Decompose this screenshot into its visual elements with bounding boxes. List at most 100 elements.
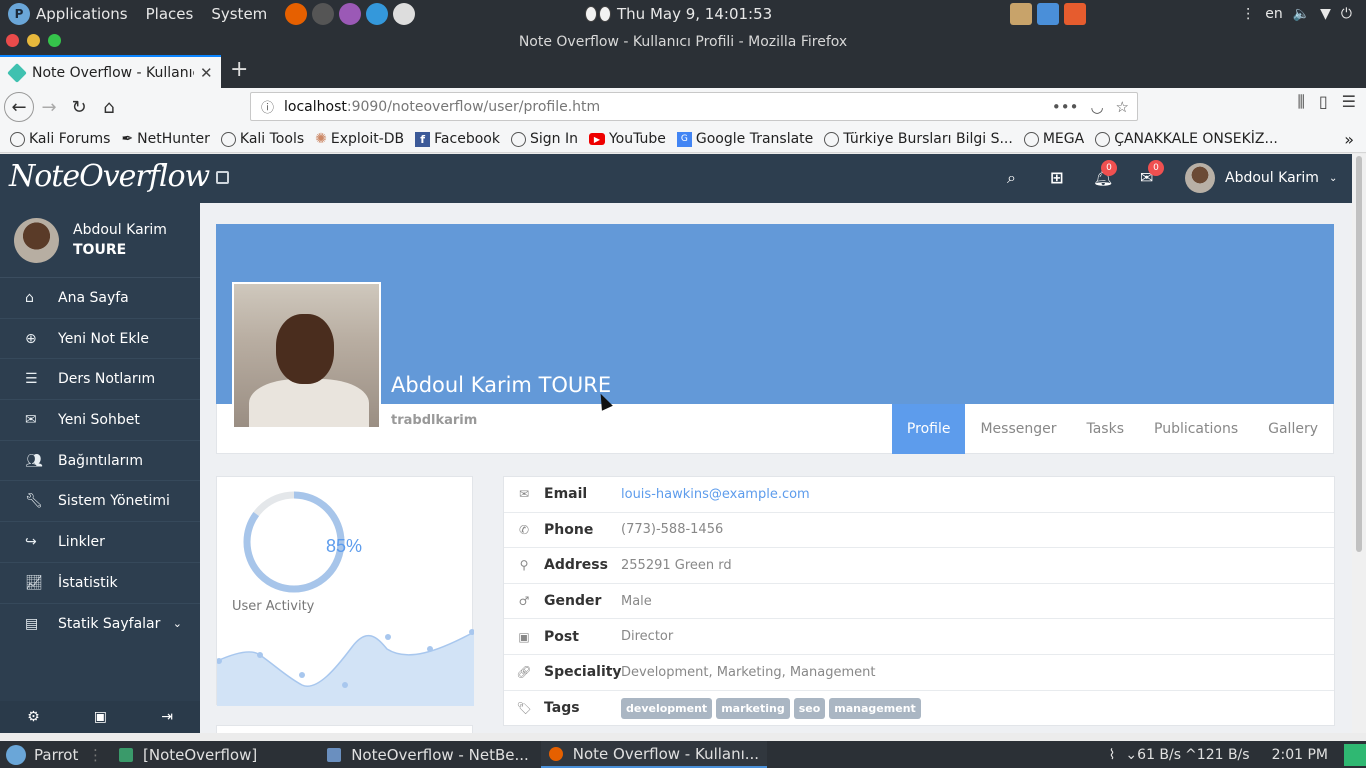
browser-tab-active[interactable]: Note Overflow - Kullanıcı Profili ✕	[0, 55, 221, 88]
sidebar-item-yeni-not-ekle[interactable]: ⊕ Yeni Not Ekle	[0, 319, 200, 360]
bookmark-item[interactable]: f Facebook	[415, 131, 500, 147]
bookmark-item[interactable]: MEGA	[1023, 131, 1084, 147]
site-info-icon[interactable]: ⓘ	[261, 97, 274, 116]
bookmark-item[interactable]: Kali Tools	[220, 131, 305, 147]
sidebar-item-bagintilarim[interactable]: 👥︎ Bağıntılarım	[0, 441, 200, 482]
net-down-speed: 61 B/s	[1137, 746, 1182, 763]
bell-icon[interactable]: 🔔︎ 0	[1093, 160, 1117, 187]
maximize-window-button[interactable]	[48, 34, 61, 47]
sidebar-item-ana-sayfa[interactable]: ⌂ Ana Sayfa	[0, 278, 200, 319]
taskbar-clock[interactable]: 2:01 PM	[1272, 747, 1328, 763]
activity-point	[385, 634, 391, 640]
url-bar[interactable]: ⓘ localhost:9090/noteoverflow/user/profi…	[250, 92, 1138, 121]
tag-badge[interactable]: management	[829, 697, 921, 719]
bookmark-item[interactable]: Sign In	[510, 131, 578, 147]
sidebar-item-sistem-yonetimi[interactable]: 🔧︎ Sistem Yönetimi	[0, 481, 200, 523]
settings-launcher-icon[interactable]	[366, 3, 389, 25]
bookmark-star-icon[interactable]: ☆	[1116, 98, 1129, 116]
window-titlebar: Note Overflow - Kullanıcı Profili - Mozi…	[0, 28, 1366, 55]
sidebar-toggle-icon[interactable]: ▯	[1319, 92, 1328, 112]
forward-icon[interactable]: →	[34, 92, 64, 122]
sidebar-item-label: Sistem Yönetimi	[58, 493, 170, 510]
sidebar-item-linkler[interactable]: ↪ Linkler	[0, 522, 200, 563]
os-menu-system[interactable]: System	[211, 5, 267, 23]
bookmark-item[interactable]: Türkiye Bursları Bilgi S...	[824, 131, 1013, 147]
files-tray-icon[interactable]	[1010, 3, 1032, 25]
tab-messenger[interactable]: Messenger	[965, 404, 1071, 454]
youtube-icon: ▶	[588, 133, 605, 145]
page-actions-icon[interactable]: •••	[1052, 98, 1079, 116]
editor-launcher-icon[interactable]	[339, 3, 362, 25]
globe-icon	[1023, 131, 1039, 147]
home-icon[interactable]: ⌂	[94, 92, 124, 122]
brand-logo[interactable]: NoteOverflow	[9, 159, 210, 194]
more-vertical-icon[interactable]: ⋮	[1241, 6, 1255, 22]
page-scrollbar[interactable]	[1352, 154, 1366, 733]
sidebar-toggle-icon[interactable]	[216, 171, 229, 184]
os-clock[interactable]: Thu May 9, 14:01:53	[585, 0, 772, 28]
header-user-menu[interactable]: Abdoul Karim ⌄	[1185, 163, 1337, 193]
taskbar-window[interactable]: NoteOverflow - NetBe...	[319, 741, 537, 768]
new-tab-icon[interactable]: +	[230, 57, 248, 82]
email-link[interactable]: louis-hawkins@example.com	[621, 487, 810, 502]
tab-profile[interactable]: Profile	[891, 404, 966, 454]
taskbar-window[interactable]: [NoteOverflow]	[111, 741, 265, 768]
tab-tasks[interactable]: Tasks	[1071, 404, 1139, 454]
screenshot-launcher-icon[interactable]	[393, 3, 416, 25]
package-tray-icon[interactable]	[1037, 3, 1059, 25]
wifi-icon[interactable]: ▼	[1320, 6, 1331, 22]
terminal-launcher-icon[interactable]	[312, 3, 335, 25]
bookmark-item[interactable]: G Google Translate	[676, 131, 813, 147]
sidebar-item-istatistik[interactable]: 📈︎ İstatistik	[0, 563, 200, 604]
activity-charts: 85%	[217, 491, 474, 706]
sidebar-item-yeni-sohbet[interactable]: ✉ Yeni Sohbet	[0, 400, 200, 441]
sidebar-item-statik-sayfalar[interactable]: ▤ Statik Sayfalar ⌄	[0, 604, 200, 645]
sign-out-icon[interactable]: ⇥	[161, 709, 173, 725]
parrot-logo-icon[interactable]: P	[8, 3, 30, 25]
tab-publications[interactable]: Publications	[1139, 404, 1253, 454]
bookmark-item[interactable]: ✒ NetHunter	[121, 131, 209, 147]
power-icon[interactable]: ⏻	[1341, 6, 1352, 22]
back-icon[interactable]: ←	[4, 92, 34, 122]
os-menu-places[interactable]: Places	[146, 5, 194, 23]
close-window-button[interactable]	[6, 34, 19, 47]
bookmark-item[interactable]: ▶ YouTube	[588, 131, 666, 147]
minimize-window-button[interactable]	[27, 34, 40, 47]
workspace-switcher[interactable]	[1344, 743, 1366, 766]
bookmark-item[interactable]: Kali Forums	[10, 131, 110, 147]
pocket-icon[interactable]: ◡	[1090, 98, 1103, 116]
close-tab-icon[interactable]: ✕	[200, 64, 213, 82]
tag-badge[interactable]: marketing	[716, 697, 790, 719]
envelope-icon[interactable]: ✉ 0	[1140, 160, 1164, 187]
add-icon[interactable]: ⊞	[1050, 168, 1063, 187]
reload-icon[interactable]: ↻	[64, 92, 94, 122]
scrollbar-thumb[interactable]	[1356, 156, 1362, 552]
taskbar-window-label: [NoteOverflow]	[143, 745, 258, 764]
exploit-db-icon: ✺	[315, 131, 327, 147]
hamburger-menu-icon[interactable]: ☰	[1342, 92, 1356, 112]
keyboard-layout[interactable]: en	[1265, 6, 1283, 22]
id-card-icon[interactable]: ▣	[94, 709, 107, 725]
os-menu-applications[interactable]: Applications	[36, 5, 128, 23]
volume-icon[interactable]: 🔈	[1293, 6, 1310, 22]
bookmark-item[interactable]: ÇANAKKALE ONSEKİZ...	[1095, 131, 1278, 147]
gears-icon[interactable]: ⚙	[27, 709, 40, 725]
bookmark-item[interactable]: ✺ Exploit-DB	[315, 131, 404, 147]
tab-gallery[interactable]: Gallery	[1253, 404, 1333, 454]
tag-badge[interactable]: seo	[793, 697, 826, 719]
library-icon[interactable]: ⫼	[1297, 92, 1304, 112]
taskbar-window-active[interactable]: Note Overflow - Kullanı...	[540, 741, 768, 768]
bookmarks-overflow-icon[interactable]: »	[1344, 130, 1354, 149]
taskbar-start[interactable]: Parrot	[6, 744, 88, 765]
tag-list: development marketing seo management	[621, 697, 925, 719]
os-tray-apps	[1010, 3, 1086, 25]
sidebar-item-label: İstatistik	[58, 574, 118, 591]
bookmark-label: Kali Tools	[239, 131, 305, 147]
search-icon[interactable]: ⌕	[1007, 168, 1016, 188]
firefox-tray-icon[interactable]	[1064, 3, 1086, 25]
sidebar-item-ders-notlarim[interactable]: ☰ Ders Notlarım	[0, 359, 200, 401]
firefox-launcher-icon[interactable]	[285, 3, 308, 25]
phone-icon: ✆	[518, 522, 530, 537]
tag-badge[interactable]: development	[621, 697, 713, 719]
profile-photo[interactable]	[232, 282, 381, 429]
